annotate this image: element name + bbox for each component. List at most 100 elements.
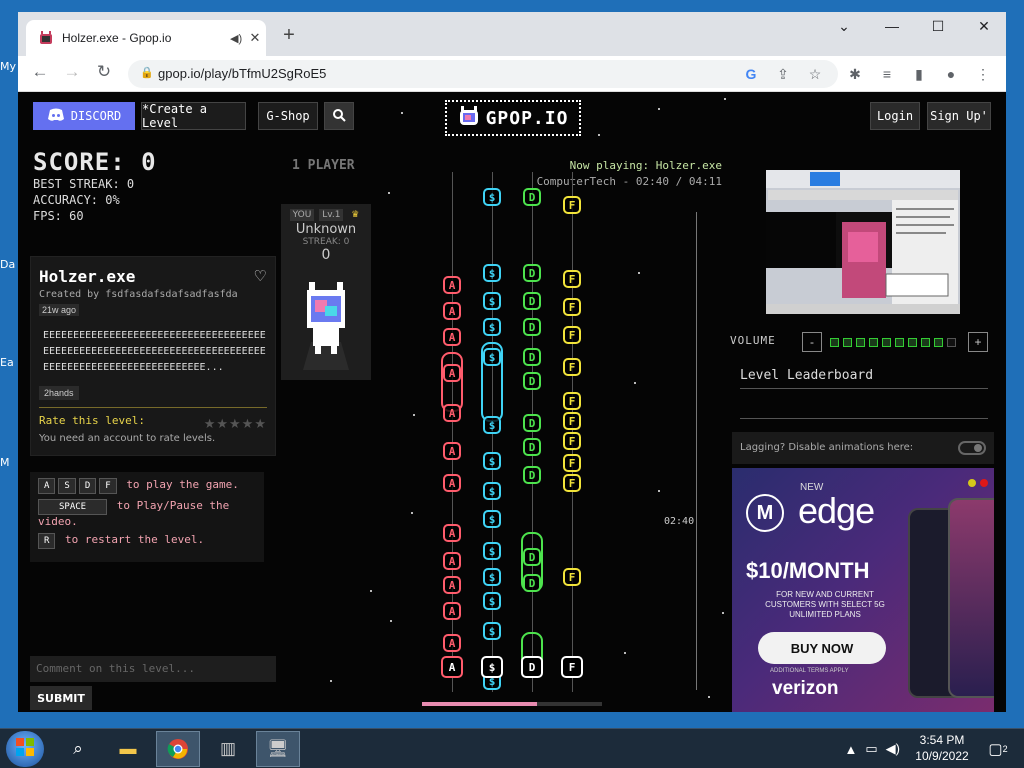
note-s: $	[483, 264, 501, 282]
note-s: $	[483, 188, 501, 206]
server-manager-icon[interactable]: ▥	[206, 731, 250, 767]
motorola-logo: M	[746, 494, 784, 532]
note-d: D	[523, 264, 541, 282]
volume-bar-segment[interactable]	[869, 338, 878, 347]
video-preview[interactable]	[766, 170, 960, 314]
note-d: D	[523, 348, 541, 366]
lane-line-d	[532, 172, 533, 692]
level-creator[interactable]: Created by fsdfasdafsdafsadfasfda	[39, 289, 267, 300]
timeline-time-label: 02:40	[664, 516, 695, 527]
close-tab-icon[interactable]: ✕	[244, 30, 266, 46]
back-icon[interactable]: ←	[28, 62, 52, 82]
advertisement[interactable]: M NEW edge $10/MONTH FOR NEW AND CURRENT…	[732, 468, 994, 712]
fps: FPS: 60	[33, 209, 84, 223]
comment-input[interactable]: Comment on this level...	[30, 656, 276, 682]
profile-icon[interactable]: ●	[942, 66, 960, 82]
volume-bar-segment[interactable]	[934, 338, 943, 347]
background-star	[638, 272, 640, 274]
volume-bar-segment[interactable]	[830, 338, 839, 347]
network-icon[interactable]: ▭	[865, 741, 877, 757]
minimize-button[interactable]: —	[872, 18, 912, 34]
level-age: 21w ago	[39, 304, 80, 316]
media-control-icon[interactable]: ≡	[878, 66, 896, 82]
note-f: F	[563, 326, 581, 344]
animations-toggle[interactable]	[958, 441, 986, 455]
volume-bar-segment[interactable]	[843, 338, 852, 347]
speaker-icon[interactable]: ◀)	[230, 32, 244, 45]
gpop-logo[interactable]: GPOP.IO	[445, 100, 581, 136]
login-button[interactable]: Login	[870, 102, 920, 130]
new-tab-button[interactable]: +	[276, 24, 302, 47]
rating-stars[interactable]: ★★★★★	[204, 416, 267, 432]
ad-choices-icon[interactable]	[964, 474, 988, 492]
search-button[interactable]	[324, 102, 354, 130]
show-hidden-icons-icon[interactable]: ▲	[845, 742, 858, 757]
close-window-button[interactable]: ✕	[964, 18, 1004, 35]
volume-bar-segment[interactable]	[921, 338, 930, 347]
reload-icon[interactable]: ↻	[92, 62, 116, 82]
volume-bar-segment[interactable]	[908, 338, 917, 347]
gshop-button[interactable]: G-Shop	[258, 102, 318, 130]
address-bar[interactable]: 🔒 gpop.io/play/bTfmU2SgRoE5	[128, 60, 838, 88]
create-level-button[interactable]: *Create a Level	[141, 102, 246, 130]
tab-title: Holzer.exe - Gpop.io	[62, 31, 172, 45]
search-icon[interactable]: ⌕	[56, 731, 100, 767]
desktop-icon-label[interactable]: My	[0, 60, 16, 73]
note-a: A	[443, 364, 461, 382]
clock[interactable]: 3:54 PM 10/9/2022	[910, 732, 974, 764]
background-star	[388, 192, 390, 194]
volume-bar-segment[interactable]	[895, 338, 904, 347]
background-star	[411, 512, 413, 514]
volume-bar-segment[interactable]	[856, 338, 865, 347]
volume-bar-segment[interactable]	[882, 338, 891, 347]
note-s: $	[483, 292, 501, 310]
note-highway: A A A A A A A A A A A A A $ $ $ $ $ $ $ …	[438, 172, 598, 692]
file-explorer-icon[interactable]: ▬	[106, 731, 150, 767]
note-s: $	[483, 348, 501, 366]
volume-down-button[interactable]: -	[802, 332, 822, 352]
note-d: D	[523, 372, 541, 390]
favorite-heart-icon[interactable]: ♡	[254, 267, 267, 285]
desktop-icon-label[interactable]: Ea	[0, 356, 14, 369]
level-tag[interactable]: 2hands	[39, 386, 79, 400]
desktop-icon-label[interactable]: Da	[0, 258, 15, 271]
lock-icon[interactable]: 🔒	[140, 66, 154, 79]
start-button[interactable]	[6, 731, 44, 767]
maximize-button[interactable]: ☐	[918, 18, 958, 35]
tab-search-icon[interactable]: ⌄	[824, 18, 864, 35]
background-star	[724, 98, 726, 100]
volume-icon[interactable]: ◀)	[886, 741, 900, 757]
side-panel-icon[interactable]: ▮	[910, 66, 928, 83]
extensions-icon[interactable]: ✱	[846, 66, 864, 83]
key-r: R	[38, 533, 56, 549]
submit-comment-button[interactable]: SUBMIT	[30, 686, 92, 710]
accuracy: ACCURACY: 0%	[33, 193, 120, 207]
leaderboard-divider	[740, 418, 988, 419]
chrome-icon[interactable]	[156, 731, 200, 767]
note-d: D	[523, 466, 541, 484]
ad-subtext: FOR NEW AND CURRENT CUSTOMERS WITH SELEC…	[765, 590, 885, 619]
bookmark-star-icon[interactable]: ☆	[806, 66, 824, 83]
ad-buy-now-button[interactable]: BUY NOW	[758, 632, 886, 664]
note-s: $	[483, 592, 501, 610]
google-translate-icon[interactable]: G	[742, 66, 760, 82]
signup-button[interactable]: Sign Up'	[927, 102, 991, 130]
desktop-icon-label[interactable]: M	[0, 456, 10, 469]
note-d: D	[523, 574, 541, 592]
forward-icon[interactable]: →	[60, 62, 84, 82]
player-streak: STREAK: 0	[302, 237, 350, 247]
tab-strip: Holzer.exe - Gpop.io ◀) ✕ + ⌄ — ☐ ✕	[18, 12, 1006, 56]
browser-tab[interactable]: Holzer.exe - Gpop.io ◀) ✕	[26, 20, 266, 56]
volume-up-button[interactable]: +	[968, 332, 988, 352]
lag-toggle-row: Lagging? Disable animations here:	[732, 432, 994, 464]
share-icon[interactable]: ⇪	[774, 66, 792, 83]
song-progress-fill	[422, 702, 538, 706]
url-text: gpop.io/play/bTfmU2SgRoE5	[158, 66, 327, 81]
discord-button[interactable]: DISCORD	[33, 102, 135, 130]
volume-bar-segment[interactable]	[947, 338, 956, 347]
computer-icon[interactable]: 🖥	[256, 731, 300, 767]
song-progress-bar[interactable]	[422, 702, 602, 706]
notification-icon[interactable]: ▢ 2	[984, 735, 1012, 763]
menu-icon[interactable]: ⋮	[974, 66, 992, 83]
background-star	[624, 652, 626, 654]
